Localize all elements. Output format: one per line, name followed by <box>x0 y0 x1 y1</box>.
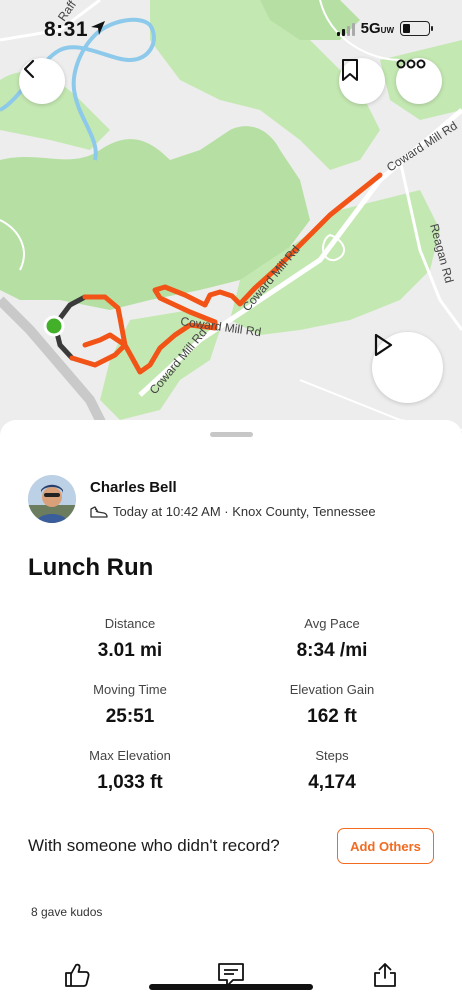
stat-elevation-gain: Elevation Gain 162 ft <box>232 682 432 728</box>
more-options-button[interactable] <box>396 58 442 104</box>
play-flyover-button[interactable] <box>372 332 443 403</box>
stat-avg-pace: Avg Pace 8:34 /mi <box>232 616 432 662</box>
start-marker <box>43 315 65 337</box>
stat-label: Distance <box>104 616 156 631</box>
stat-label: Avg Pace <box>304 616 360 631</box>
share-button[interactable] <box>365 960 405 990</box>
play-icon <box>374 333 393 357</box>
kudos-button[interactable] <box>57 960 97 990</box>
stat-label: Moving Time <box>93 682 167 697</box>
add-others-row: With someone who didn't record? Add Othe… <box>28 828 434 864</box>
battery-icon <box>400 21 433 36</box>
stat-label: Elevation Gain <box>289 682 375 697</box>
stat-value: 25:51 <box>105 706 155 727</box>
network-subtype: UW <box>380 26 394 35</box>
network-type: 5GUW <box>360 20 394 37</box>
avatar[interactable] <box>28 475 76 523</box>
stat-label: Steps <box>315 748 349 763</box>
home-indicator[interactable] <box>149 984 313 990</box>
status-time: 8:31 <box>44 18 89 41</box>
bookmark-icon <box>342 59 358 81</box>
shoe-icon <box>90 505 108 518</box>
stat-value: 8:34 /mi <box>296 640 368 661</box>
thumbs-up-icon <box>65 963 90 987</box>
stat-value: 162 ft <box>307 706 357 727</box>
athlete-name[interactable]: Charles Bell <box>90 479 376 496</box>
back-button[interactable] <box>19 58 65 104</box>
signal-icon <box>336 22 355 36</box>
stat-steps: Steps 4,174 <box>232 748 432 794</box>
stat-distance: Distance 3.01 mi <box>30 616 230 662</box>
activity-meta: Today at 10:42 AM · Knox County, Tenness… <box>113 504 376 519</box>
route-map[interactable]: Coward Mill Rd Coward Mill Rd Coward Mil… <box>0 0 462 440</box>
status-indicators: 5GUW <box>336 20 433 37</box>
action-bar <box>0 960 462 1000</box>
stat-value: 3.01 mi <box>97 640 163 661</box>
stat-moving-time: Moving Time 25:51 <box>30 682 230 728</box>
stat-max-elevation: Max Elevation 1,033 ft <box>30 748 230 794</box>
stat-value: 1,033 ft <box>97 772 163 793</box>
sheet-grabber[interactable] <box>210 432 253 437</box>
athlete-header[interactable]: Charles Bell Today at 10:42 AM · Knox Co… <box>28 475 376 523</box>
status-bar: 8:31 5GUW <box>0 0 462 60</box>
share-icon <box>374 963 396 987</box>
activity-title: Lunch Run <box>28 554 154 581</box>
add-others-prompt: With someone who didn't record? <box>28 836 280 855</box>
activity-sheet: Charles Bell Today at 10:42 AM · Knox Co… <box>0 420 462 1000</box>
kudos-count[interactable]: 8 gave kudos <box>31 905 102 919</box>
bookmark-button[interactable] <box>339 58 385 104</box>
chevron-left-icon <box>23 59 35 79</box>
stat-label: Max Elevation <box>89 748 171 763</box>
more-dots-icon <box>396 59 426 69</box>
add-others-button[interactable]: Add Others <box>337 828 434 864</box>
stat-value: 4,174 <box>308 772 356 793</box>
